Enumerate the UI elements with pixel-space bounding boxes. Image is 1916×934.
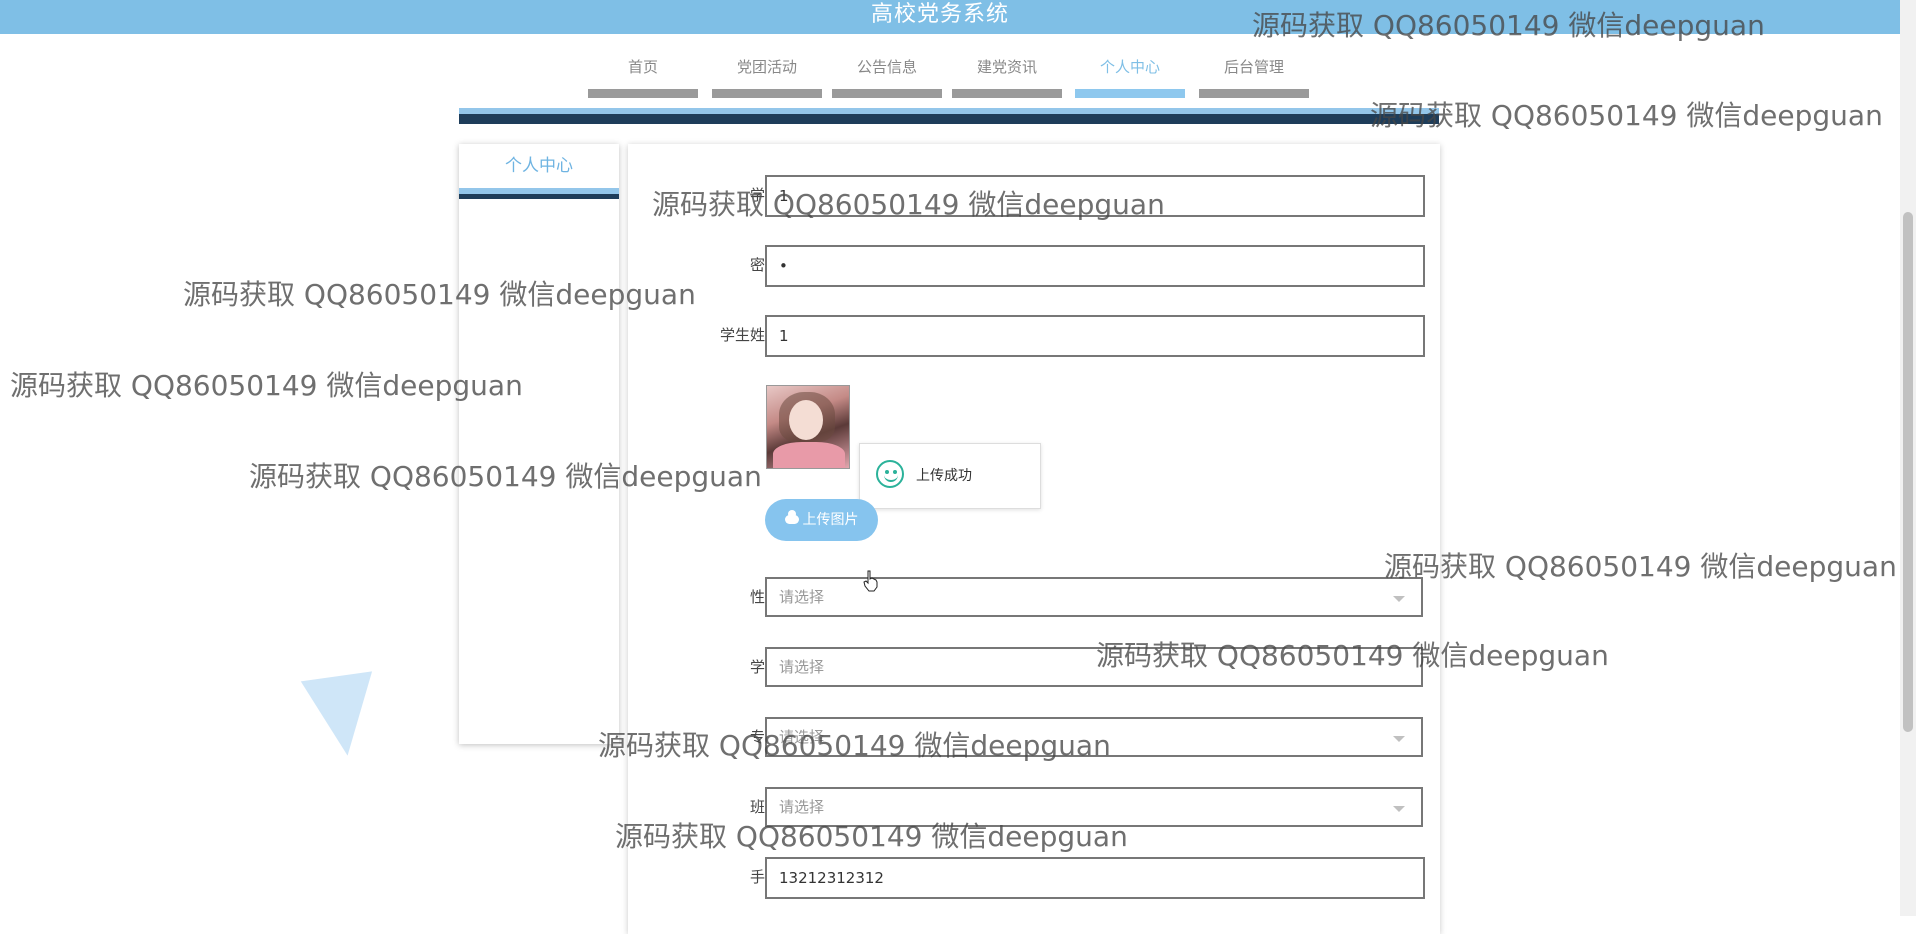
password-input[interactable] bbox=[765, 245, 1425, 287]
toast-message: 上传成功 bbox=[916, 468, 972, 484]
gender-placeholder: 请选择 bbox=[779, 588, 825, 606]
upload-success-toast: 上传成功 bbox=[859, 443, 1041, 509]
student-name-label: 学生姓名 bbox=[719, 326, 780, 344]
college-placeholder: 请选择 bbox=[779, 658, 825, 676]
college-select[interactable]: 请选择 bbox=[765, 647, 1423, 687]
major-select[interactable]: 请选择 bbox=[765, 717, 1423, 757]
form-row-major: 专业 请选择 bbox=[628, 717, 1440, 757]
upload-button-label: 上传图片 bbox=[802, 512, 859, 528]
chevron-down-icon bbox=[1393, 806, 1405, 812]
phone-label: 手机 bbox=[660, 857, 780, 897]
student-id-input[interactable] bbox=[765, 175, 1425, 217]
nav-label: 首页 bbox=[627, 58, 658, 76]
avatar-body-shape bbox=[773, 442, 845, 468]
watermark-text: 源码获取 QQ86050149 微信deepguan bbox=[1384, 550, 1897, 583]
nav-item-party-activities[interactable]: 党团活动 bbox=[712, 52, 822, 98]
top-header-bar: 高校党务系统 bbox=[0, 0, 1916, 34]
nav-label: 后台管理 bbox=[1223, 58, 1284, 76]
gender-label: 性别 bbox=[660, 577, 780, 617]
chevron-down-icon bbox=[1393, 596, 1405, 602]
form-row-student-name: 学生姓名 bbox=[628, 315, 1440, 357]
smile-icon bbox=[876, 460, 904, 488]
nav-underline bbox=[832, 89, 942, 98]
class-select[interactable]: 请选择 bbox=[765, 787, 1423, 827]
hand-cursor-icon bbox=[863, 570, 878, 592]
site-title: 高校党务系统 bbox=[870, 2, 1009, 27]
chevron-down-icon bbox=[1393, 736, 1405, 742]
form-row-college: 学院 请选择 bbox=[628, 647, 1440, 687]
form-row-class: 班级 请选择 bbox=[628, 787, 1440, 827]
nav-item-admin[interactable]: 后台管理 bbox=[1199, 52, 1309, 98]
nav-item-personal-center[interactable]: 个人中心 bbox=[1075, 52, 1185, 98]
form-row-student-id: 学号 bbox=[628, 175, 1440, 217]
form-row-phone: 手机 bbox=[628, 857, 1440, 899]
form-row-gender: 性别 请选择 bbox=[628, 577, 1440, 617]
nav-label: 建党资讯 bbox=[976, 58, 1037, 76]
password-label: 密码 bbox=[660, 245, 780, 285]
nav-label: 公告信息 bbox=[856, 58, 917, 76]
header-divider-dark bbox=[459, 114, 1439, 124]
nav-underline bbox=[952, 89, 1062, 98]
form-row-password: 密码 bbox=[628, 245, 1440, 287]
class-label: 班级 bbox=[660, 787, 780, 827]
upload-image-button[interactable]: 上传图片 bbox=[765, 499, 878, 541]
decorative-triangle bbox=[300, 671, 384, 761]
watermark-text: 源码获取 QQ86050149 微信deepguan bbox=[1370, 99, 1883, 132]
avatar-preview bbox=[766, 385, 850, 469]
student-id-label: 学号 bbox=[660, 175, 780, 215]
college-label: 学院 bbox=[660, 647, 780, 687]
major-placeholder: 请选择 bbox=[779, 728, 825, 746]
sidebar: 个人中心 bbox=[459, 144, 619, 744]
nav-underline bbox=[588, 89, 698, 98]
nav-label: 个人中心 bbox=[1099, 58, 1160, 76]
nav-item-party-news[interactable]: 建党资讯 bbox=[952, 52, 1062, 98]
sidebar-item-personal-center[interactable]: 个人中心 bbox=[459, 144, 619, 194]
cloud-upload-icon bbox=[784, 509, 799, 524]
page-scrollbar-thumb[interactable] bbox=[1903, 212, 1913, 732]
class-placeholder: 请选择 bbox=[779, 798, 825, 816]
nav-underline-active bbox=[1075, 89, 1185, 98]
phone-input[interactable] bbox=[765, 857, 1425, 899]
nav-label: 党团活动 bbox=[736, 58, 797, 76]
nav-underline bbox=[1199, 89, 1309, 98]
watermark-text: 源码获取 QQ86050149 微信deepguan bbox=[10, 369, 523, 402]
nav-item-announcements[interactable]: 公告信息 bbox=[832, 52, 942, 98]
sidebar-title-underline bbox=[459, 194, 619, 199]
avatar-face-shape bbox=[789, 400, 823, 440]
student-name-input[interactable] bbox=[765, 315, 1425, 357]
nav-item-home[interactable]: 首页 bbox=[588, 52, 698, 98]
profile-form-panel: 学号 密码 学生姓名 性别 请选择 学院 请选择 专业 请选择 班级 请选择 bbox=[628, 144, 1440, 934]
nav-underline bbox=[712, 89, 822, 98]
major-label: 专业 bbox=[660, 717, 780, 757]
